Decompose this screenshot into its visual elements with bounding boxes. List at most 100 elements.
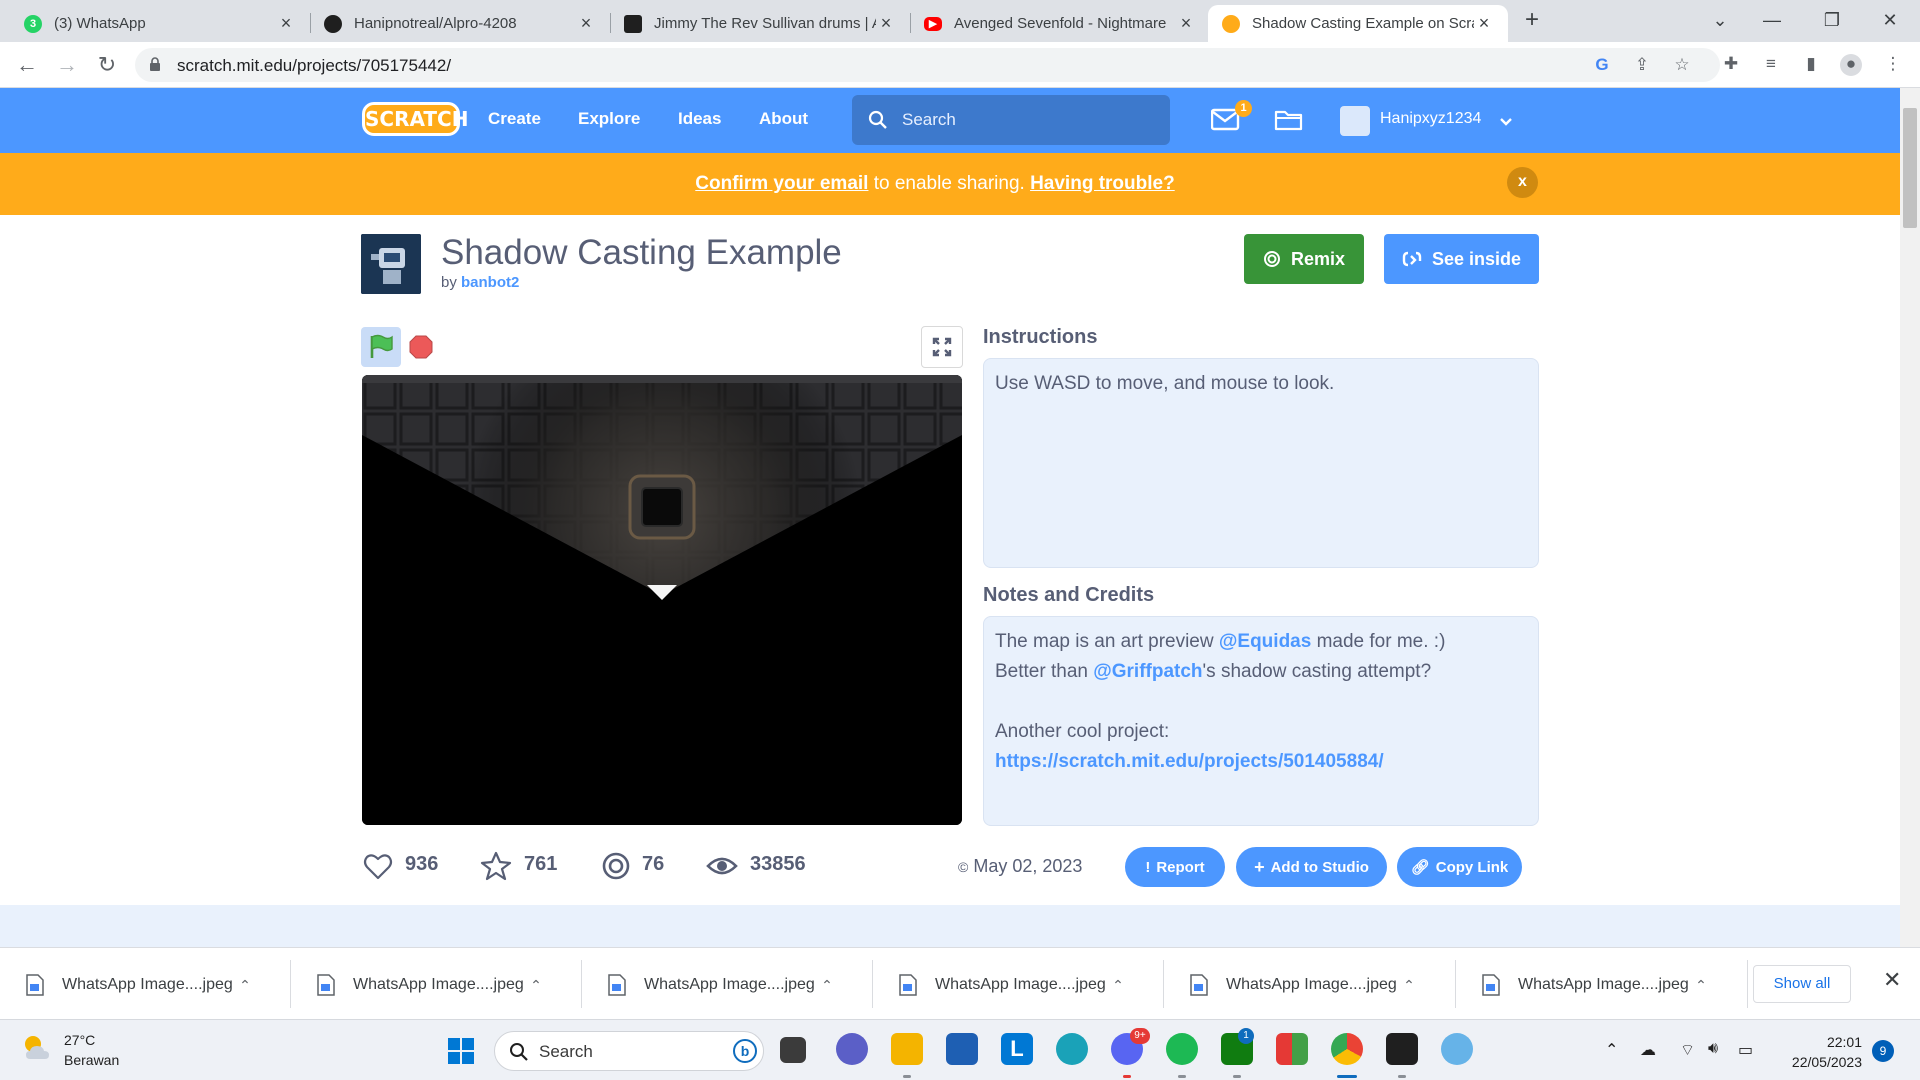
banner-close-button[interactable]: x [1507, 167, 1538, 198]
green-flag-button[interactable] [361, 327, 401, 367]
confirm-email-link[interactable]: Confirm your email [695, 173, 868, 194]
close-shelf-icon[interactable]: ✕ [1883, 967, 1901, 993]
close-icon[interactable]: × [276, 13, 296, 34]
winrar-icon[interactable] [1276, 1033, 1308, 1065]
download-item[interactable]: WhatsApp Image....jpeg ⌃ [873, 970, 1138, 1000]
user-avatar[interactable] [1340, 106, 1370, 136]
weather-cloudy-icon[interactable] [20, 1030, 56, 1066]
nav-explore[interactable]: Explore [578, 109, 640, 129]
remix-button[interactable]: Remix [1244, 234, 1364, 284]
download-item[interactable]: WhatsApp Image....jpeg ⌃ [0, 970, 265, 1000]
chevron-up-icon[interactable]: ⌃ [1691, 977, 1711, 994]
terminal-icon[interactable] [1386, 1033, 1418, 1065]
mention-griffpatch-link[interactable]: @Griffpatch [1093, 661, 1202, 682]
project-link[interactable]: https://scratch.mit.edu/projects/5014058… [995, 747, 1527, 777]
project-stage[interactable] [362, 375, 962, 825]
tray-chevron-up-icon[interactable]: ⌃ [1605, 1040, 1618, 1060]
chevron-up-icon[interactable]: ⌃ [817, 977, 837, 994]
close-icon[interactable]: × [1176, 13, 1196, 34]
chrome-icon[interactable] [1331, 1033, 1363, 1065]
back-arrow-icon[interactable]: ← [12, 50, 42, 80]
system-clock[interactable]: 22:01 22/05/2023 [1780, 1032, 1862, 1072]
bing-icon[interactable]: b [733, 1039, 757, 1063]
my-stuff-folder-icon[interactable] [1274, 108, 1304, 132]
see-inside-button[interactable]: See inside [1384, 234, 1539, 284]
mention-equidas-link[interactable]: @Equidas [1219, 631, 1311, 652]
running-indicator [1123, 1075, 1131, 1078]
report-button[interactable]: ! Report [1125, 847, 1225, 887]
tab-jimmy-drums[interactable]: Jimmy The Rev Sullivan drums | A × [610, 5, 910, 42]
having-trouble-link[interactable]: Having trouble? [1030, 173, 1175, 194]
username-label[interactable]: Hanipxyz1234 [1380, 110, 1481, 128]
chevron-down-icon[interactable] [1499, 117, 1513, 127]
stage-canvas[interactable] [362, 375, 962, 825]
spotify-icon[interactable] [1166, 1033, 1198, 1065]
teams-chat-icon[interactable] [836, 1033, 868, 1065]
microsoft-store-icon[interactable] [946, 1033, 978, 1065]
chevron-up-icon[interactable]: ⌃ [235, 977, 255, 994]
fullscreen-button[interactable] [921, 326, 963, 368]
download-filename: WhatsApp Image....jpeg [935, 976, 1106, 993]
weather-temperature: 27°C [64, 1032, 96, 1048]
close-window-button[interactable]: ✕ [1870, 6, 1910, 34]
tab-youtube[interactable]: ▶ Avenged Sevenfold - Nightmare × [910, 5, 1210, 42]
address-bar[interactable]: scratch.mit.edu/projects/705175442/ G ⇪ … [135, 48, 1720, 82]
tab-search-chevron-icon[interactable]: ⌄ [1700, 6, 1740, 34]
launcher-l-icon[interactable]: L [1001, 1033, 1033, 1065]
media-queue-icon[interactable]: ≡ [1760, 54, 1782, 76]
task-view-icon[interactable] [780, 1037, 806, 1063]
forward-arrow-icon[interactable]: → [52, 50, 82, 80]
notes-line-1: The map is an art preview @Equidas made … [995, 627, 1527, 657]
copy-link-button[interactable]: 🔗︎ Copy Link [1397, 847, 1522, 887]
chevron-up-icon[interactable]: ⌃ [526, 977, 546, 994]
nav-ideas[interactable]: Ideas [678, 109, 721, 129]
new-tab-button[interactable]: + [1512, 6, 1552, 34]
close-icon[interactable]: × [1474, 13, 1494, 34]
notes-spacer [995, 687, 1527, 717]
app-globe-icon[interactable] [1441, 1033, 1473, 1065]
reload-icon[interactable]: ↻ [92, 50, 122, 80]
notification-badge[interactable]: 9 [1872, 1040, 1894, 1062]
profile-avatar-icon[interactable]: ● [1840, 54, 1862, 76]
star-favorite-icon[interactable] [480, 850, 512, 882]
show-all-downloads-button[interactable]: Show all [1753, 965, 1851, 1003]
onedrive-cloud-icon[interactable]: ☁ [1640, 1040, 1656, 1060]
scratch-logo[interactable]: SCRATCH [362, 102, 468, 136]
stop-button[interactable] [409, 335, 433, 359]
download-item[interactable]: WhatsApp Image....jpeg ⌃ [582, 970, 847, 1000]
side-panel-icon[interactable]: ▮ [1800, 54, 1822, 76]
search-input[interactable]: Search [852, 95, 1170, 145]
download-item[interactable]: WhatsApp Image....jpeg ⌃ [291, 970, 556, 1000]
kebab-menu-icon[interactable]: ⋮ [1882, 54, 1904, 76]
battery-icon[interactable]: ▭ [1738, 1040, 1753, 1060]
chevron-up-icon[interactable]: ⌃ [1108, 977, 1128, 994]
star-bookmark-icon[interactable]: ☆ [1671, 55, 1693, 77]
volume-icon[interactable]: 🔊︎ [1708, 1040, 1718, 1058]
google-translate-icon[interactable]: G [1591, 55, 1613, 77]
wifi-icon[interactable]: ⌔ [1680, 1040, 1695, 1060]
tab-scratch-active[interactable]: Shadow Casting Example on Scra × [1208, 5, 1508, 42]
tab-github[interactable]: Hanipnotreal/Alpro-4208 × [310, 5, 610, 42]
file-explorer-icon[interactable] [891, 1033, 923, 1065]
browser-tab-strip: 3 (3) WhatsApp × Hanipnotreal/Alpro-4208… [0, 0, 1920, 42]
heart-love-icon[interactable] [362, 850, 394, 882]
nav-about[interactable]: About [759, 109, 808, 129]
scrollbar-thumb[interactable] [1903, 108, 1917, 228]
minimize-button[interactable]: — [1752, 6, 1792, 34]
nav-create[interactable]: Create [488, 109, 541, 129]
chevron-up-icon[interactable]: ⌃ [1399, 977, 1419, 994]
close-icon[interactable]: × [876, 13, 896, 34]
tab-whatsapp[interactable]: 3 (3) WhatsApp × [10, 5, 310, 42]
add-to-studio-button[interactable]: + Add to Studio [1236, 847, 1387, 887]
extensions-puzzle-icon[interactable]: ✚ [1720, 54, 1742, 76]
download-item[interactable]: WhatsApp Image....jpeg ⌃ [1456, 970, 1721, 1000]
author-link[interactable]: banbot2 [461, 274, 519, 291]
url-text[interactable]: scratch.mit.edu/projects/705175442/ [177, 56, 451, 76]
windows-start-icon[interactable] [447, 1037, 475, 1065]
restore-button[interactable]: ❐ [1812, 6, 1852, 34]
edge-browser-icon[interactable] [1056, 1033, 1088, 1065]
close-icon[interactable]: × [576, 13, 596, 34]
download-item[interactable]: WhatsApp Image....jpeg ⌃ [1164, 970, 1429, 1000]
share-icon[interactable]: ⇪ [1631, 55, 1653, 77]
taskbar-search-input[interactable]: Search b [494, 1031, 764, 1071]
